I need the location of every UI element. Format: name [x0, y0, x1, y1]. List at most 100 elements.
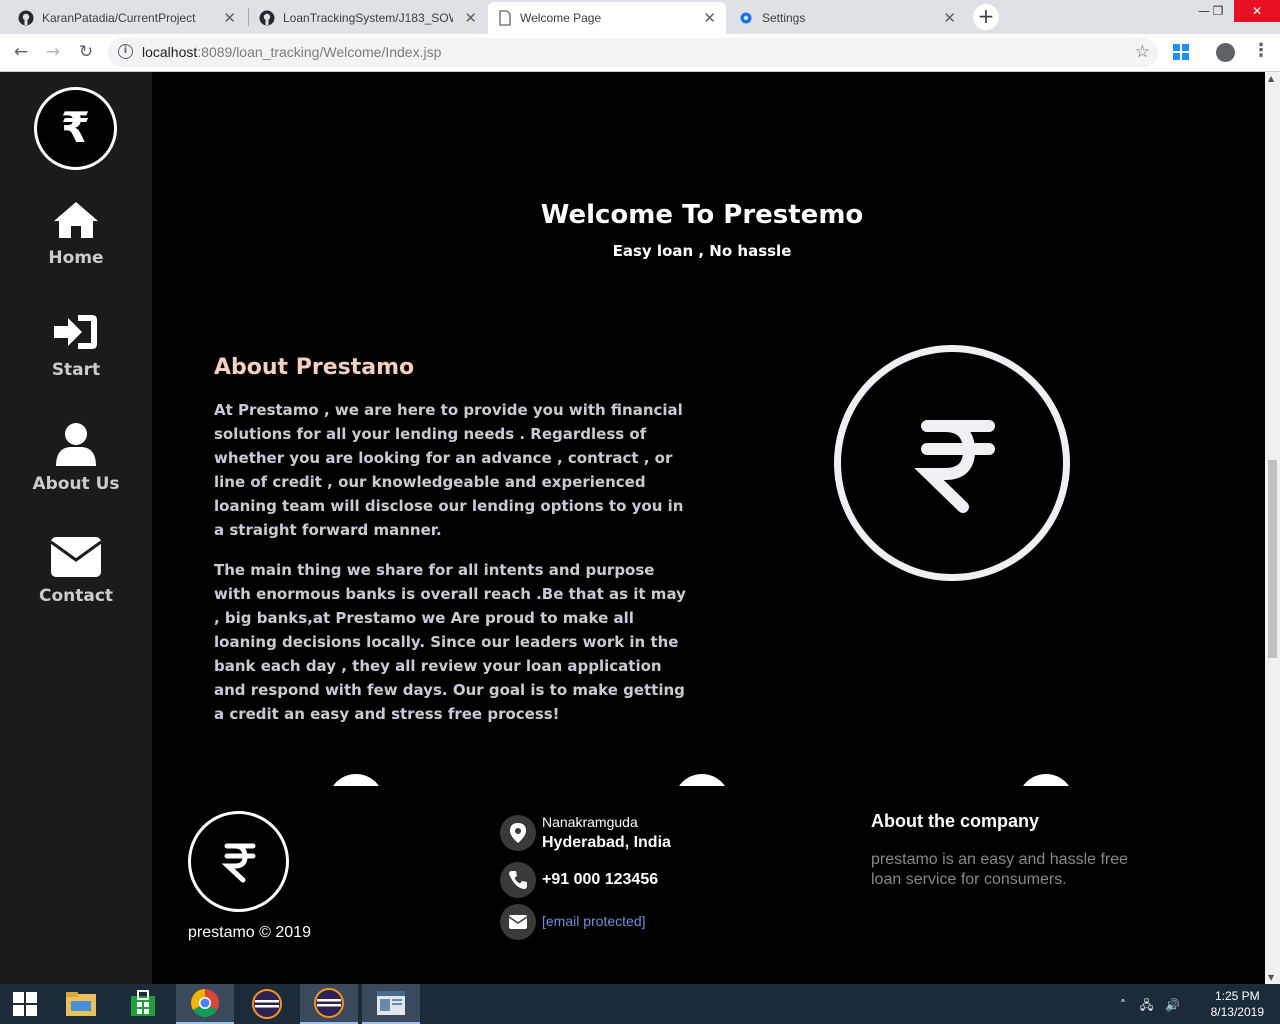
store-icon	[131, 990, 155, 1016]
about-company: About the company prestamo is an easy an…	[871, 811, 1131, 890]
rupee-logo[interactable]: ₹	[34, 87, 117, 170]
about-paragraph: At Prestamo , we are here to provide you…	[214, 401, 684, 539]
sign-in-icon	[54, 315, 97, 349]
tab-welcome-page[interactable]: Welcome Page ✕	[488, 2, 726, 34]
tab-loantracking[interactable]: LoanTrackingSystem/J183_SOW ✕	[249, 2, 487, 34]
address-line-1: Nanakramguda	[542, 814, 638, 830]
close-icon[interactable]: ✕	[943, 9, 956, 27]
browser-tab-strip: KaranPatadia/CurrentProject ✕ LoanTracki…	[0, 0, 1280, 34]
map-marker-icon	[500, 815, 536, 851]
address-bar[interactable]: i localhost:8089/loan_tracking/Welcome/I…	[108, 38, 1158, 67]
eclipse-icon	[252, 989, 282, 1019]
window-icon	[377, 991, 405, 1015]
page-title: Welcome To Prestemo	[540, 200, 864, 230]
window-close-button[interactable]: ✕	[1234, 0, 1280, 22]
scrollbar-thumb[interactable]	[1268, 460, 1277, 658]
browser-toolbar: ← → ↻ i localhost:8089/loan_tracking/Wel…	[0, 34, 1280, 72]
reload-icon[interactable]: ↻	[75, 42, 97, 62]
bookmark-star-icon[interactable]: ☆	[1135, 42, 1150, 62]
chrome-button[interactable]	[176, 984, 234, 1024]
clock-date: 8/13/2019	[1210, 1005, 1264, 1019]
tab-settings[interactable]: Settings ✕	[728, 2, 966, 34]
footer: prestamo © 2019 Nanakramguda Hyderabad, …	[152, 786, 1265, 984]
forward-arrow-icon[interactable]: →	[42, 42, 64, 62]
windows-extension-icon[interactable]	[1172, 43, 1190, 61]
profile-icon[interactable]	[1216, 43, 1235, 62]
footer-copyright: prestamo © 2019	[188, 924, 311, 941]
scroll-down-arrow-icon[interactable]: ▼	[1268, 973, 1274, 982]
sidebar-item-label: Start	[51, 360, 101, 380]
close-icon[interactable]: ✕	[703, 9, 716, 27]
phone-icon	[500, 862, 536, 898]
footer-rupee-logo	[188, 811, 289, 912]
home-icon	[54, 202, 98, 238]
about-heading: About Prestamo	[214, 355, 415, 380]
back-arrow-icon[interactable]: ←	[10, 42, 32, 62]
clock-time: 1:25 PM	[1214, 989, 1260, 1003]
sidebar-item-home[interactable]: Home	[0, 200, 152, 268]
email-link[interactable]: [email protected]	[542, 913, 646, 929]
sidebar-item-label: Contact	[38, 586, 114, 606]
eclipse-button[interactable]	[238, 984, 296, 1024]
about-company-heading: About the company	[871, 811, 1040, 831]
url-text: localhost:8089/loan_tracking/Welcome/Ind…	[142, 44, 441, 60]
windows-start-button[interactable]	[0, 984, 50, 1024]
close-icon[interactable]: ✕	[464, 9, 477, 27]
chevron-up-icon[interactable]: ˄	[1120, 998, 1126, 1012]
email-row: [email protected]	[500, 904, 646, 940]
folder-icon	[66, 992, 96, 1016]
close-icon[interactable]: ✕	[223, 9, 236, 27]
tab-title: LoanTrackingSystem/J183_SOW	[283, 11, 453, 25]
windows-icon	[13, 992, 37, 1016]
sidebar-item-start[interactable]: Start	[0, 312, 152, 380]
url-path: :8089/loan_tracking/Welcome/Index.jsp	[197, 44, 442, 60]
about-section: About Prestamo At Prestamo , we are here…	[214, 355, 694, 742]
tab-title: Welcome Page	[520, 11, 602, 25]
tagline: Easy loan , No hassle	[612, 242, 792, 260]
new-tab-button[interactable]: +	[973, 4, 999, 30]
envelope-icon	[50, 537, 102, 577]
store-button[interactable]	[114, 984, 172, 1024]
scroll-up-arrow-icon[interactable]: ▲	[1268, 74, 1274, 83]
rupee-icon	[221, 843, 256, 883]
github-icon	[18, 10, 34, 26]
more-menu-icon[interactable]: ⋮	[1252, 40, 1270, 61]
window-app-button[interactable]	[362, 984, 420, 1024]
sidebar-item-contact[interactable]: Contact	[0, 536, 152, 606]
email-text: [email protected]	[542, 913, 646, 931]
system-tray[interactable]: ˄ 🖧 🔊	[1120, 996, 1180, 1017]
phone-text: +91 000 123456	[542, 871, 658, 889]
tab-title: KaranPatadia/CurrentProject	[42, 11, 196, 25]
hero-section: Welcome To Prestemo Easy loan , No hassl…	[152, 200, 1252, 260]
system-clock[interactable]: 1:25 PM 8/13/2019	[1211, 988, 1264, 1020]
document-icon	[499, 10, 511, 26]
about-company-text: prestamo is an easy and hassle free loan…	[871, 851, 1129, 888]
user-icon	[56, 423, 96, 466]
page-scrollbar[interactable]: ▲ ▼	[1265, 72, 1280, 984]
file-explorer-button[interactable]	[52, 984, 110, 1024]
envelope-icon	[500, 904, 536, 940]
gear-icon	[740, 12, 752, 24]
web-page: ₹ Home Start About Us Contact Welcome To…	[0, 72, 1265, 984]
info-icon[interactable]: i	[118, 44, 133, 59]
github-icon	[259, 10, 275, 26]
network-icon[interactable]: 🖧	[1140, 998, 1153, 1012]
volume-icon[interactable]: 🔊	[1165, 998, 1180, 1012]
eclipse-icon	[314, 988, 344, 1018]
tab-karanpatadia[interactable]: KaranPatadia/CurrentProject ✕	[8, 2, 246, 34]
about-paragraph: The main thing we share for all intents …	[214, 561, 686, 723]
sidebar-item-label: Home	[48, 248, 104, 268]
restore-button[interactable]: ❐	[1200, 0, 1236, 22]
sidebar-item-label: About Us	[32, 474, 120, 494]
chrome-icon	[191, 989, 219, 1017]
rupee-logo-large	[834, 345, 1070, 581]
taskbar: ˄ 🖧 🔊 1:25 PM 8/13/2019	[0, 984, 1280, 1024]
address-row: Nanakramguda Hyderabad, India	[500, 814, 671, 852]
tab-title: Settings	[762, 11, 806, 25]
eclipse-button-2[interactable]	[300, 984, 358, 1024]
rupee-icon	[914, 420, 995, 513]
address-text: Nanakramguda Hyderabad, India	[542, 814, 671, 852]
phone-row: +91 000 123456	[500, 862, 658, 898]
address-line-2: Hyderabad, India	[542, 834, 671, 851]
sidebar-item-about-us[interactable]: About Us	[0, 422, 152, 494]
